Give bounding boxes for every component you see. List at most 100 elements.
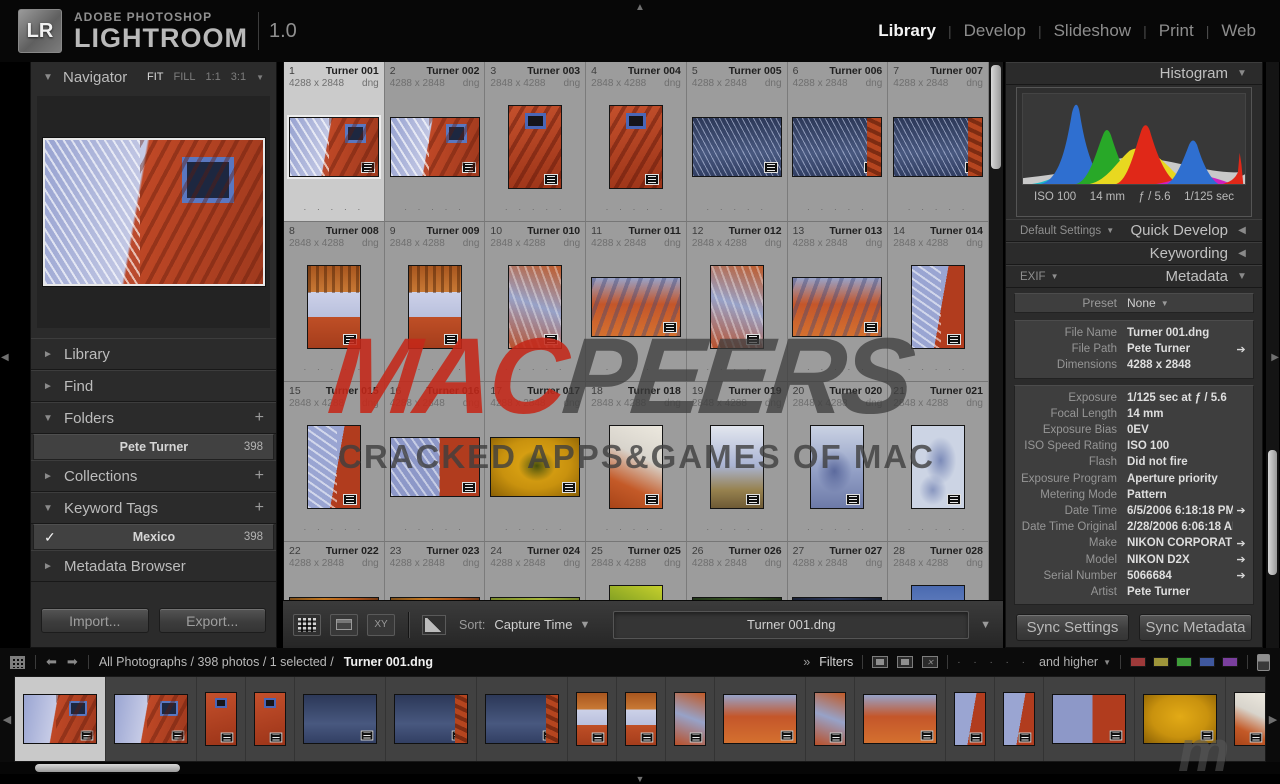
photo-thumbnail[interactable] xyxy=(409,266,461,348)
photo-thumbnail[interactable] xyxy=(811,426,863,508)
filmstrip-thumbnail[interactable] xyxy=(864,695,936,743)
rating-stars-placeholder[interactable]: · · · · · xyxy=(303,204,364,218)
grid-photo-cell[interactable]: 21Turner 021 2848 x 4288dng · · · · · xyxy=(888,382,989,542)
photo-thumbnail[interactable] xyxy=(610,426,662,508)
grid-photo-cell[interactable]: 6Turner 006 4288 x 2848dng · · · · · xyxy=(788,62,889,222)
grid-photo-cell[interactable]: 25Turner 025 2848 x 4288dng · · · · · xyxy=(586,542,687,600)
filmstrip-cell[interactable] xyxy=(715,677,806,761)
filmstrip-scrollbar-thumb[interactable] xyxy=(35,764,180,772)
rating-stars-placeholder[interactable]: · · · · · xyxy=(303,364,364,378)
sidebar-section-find[interactable]: ► Find xyxy=(31,370,276,402)
grid-photo-cell[interactable]: 11Turner 011 4288 x 2848dng · · · · · xyxy=(586,222,687,382)
right-panel-scrollbar-thumb[interactable] xyxy=(1268,450,1277,575)
filmstrip-thumbnail[interactable] xyxy=(1004,693,1034,745)
filmstrip-cell[interactable] xyxy=(666,677,715,761)
filmstrip-cell[interactable] xyxy=(568,677,617,761)
go-to-arrow-icon[interactable]: ➔ xyxy=(1233,569,1249,582)
filmstrip-thumbnail[interactable] xyxy=(206,693,236,745)
preset-dropdown[interactable]: None ▼ xyxy=(1127,296,1169,310)
metadata-badge-icon[interactable] xyxy=(746,334,760,345)
flag-unflagged-icon[interactable] xyxy=(897,656,913,668)
grid-photo-cell[interactable]: 17Turner 017 4288 x 2848dng · · · · · xyxy=(485,382,586,542)
grid-view-button[interactable] xyxy=(293,614,321,636)
folder-item[interactable]: Pete Turner 398 xyxy=(33,434,274,460)
top-panel-collapse-arrow[interactable]: ▲ xyxy=(635,2,645,13)
grid-photo-cell[interactable]: 22Turner 022 4288 x 2848dng · · · · · xyxy=(284,542,385,600)
photo-thumbnail[interactable] xyxy=(693,118,781,176)
photo-thumbnail[interactable] xyxy=(290,598,378,601)
color-label-swatch[interactable] xyxy=(1176,657,1192,667)
metadata-mode-dropdown[interactable]: EXIF ▼ xyxy=(1020,271,1058,283)
metadata-badge-icon[interactable] xyxy=(343,494,357,505)
filmstrip-cell[interactable] xyxy=(477,677,568,761)
grid-photo-cell[interactable]: 20Turner 020 2848 x 4288dng · · · · · xyxy=(788,382,889,542)
flag-rejected-icon[interactable]: ✕ xyxy=(922,656,938,668)
source-breadcrumb[interactable]: All Photographs / 398 photos / 1 selecte… xyxy=(99,655,334,669)
metadata-badge-icon[interactable] xyxy=(764,162,778,173)
photo-thumbnail[interactable] xyxy=(610,586,662,601)
grid-photo-cell[interactable]: 14Turner 014 2848 x 4288dng · · · · · xyxy=(888,222,989,382)
rating-stars-placeholder[interactable]: · · · · · xyxy=(505,204,566,218)
rating-stars-placeholder[interactable]: · · · · · xyxy=(706,204,767,218)
filmstrip-thumbnail[interactable] xyxy=(255,693,285,745)
sidebar-section-library[interactable]: ► Library xyxy=(31,338,276,370)
zoom-dropdown-icon[interactable]: ▼ xyxy=(256,73,264,82)
forward-arrow-icon[interactable]: ➡ xyxy=(67,654,78,670)
photo-thumbnail[interactable] xyxy=(610,106,662,188)
keyword-item[interactable]: ✓ Mexico 398 xyxy=(33,524,274,550)
grid-photo-cell[interactable]: 18Turner 018 2848 x 4288dng · · · · · xyxy=(586,382,687,542)
grid-photo-cell[interactable]: 1Turner 001 4288 x 2848dng · · · · · xyxy=(284,62,385,222)
filmstrip-cell[interactable] xyxy=(946,677,995,761)
filmstrip-thumbnail[interactable] xyxy=(724,695,796,743)
filmstrip-thumbnail[interactable] xyxy=(1144,695,1216,743)
photo-thumbnail[interactable] xyxy=(912,586,964,601)
metadata-badge-icon[interactable] xyxy=(462,482,476,493)
grid-photo-cell[interactable]: 28Turner 028 2848 x 4288dng · · · · · xyxy=(888,542,989,600)
grid-photo-cell[interactable]: 2Turner 002 4288 x 2848dng · · · · · xyxy=(385,62,486,222)
grid-photo-cell[interactable]: 3Turner 003 2848 x 4288dng · · · · · xyxy=(485,62,586,222)
metadata-badge-icon[interactable] xyxy=(947,494,961,505)
grid-photo-cell[interactable]: 26Turner 026 4288 x 2848dng · · · · · xyxy=(687,542,788,600)
go-to-arrow-icon[interactable]: ➔ xyxy=(1233,504,1249,517)
color-label-swatch[interactable] xyxy=(1153,657,1169,667)
rating-stars-placeholder[interactable]: · · · · · xyxy=(505,364,566,378)
filmstrip-scroll-left-icon[interactable]: ◀ xyxy=(0,676,14,762)
filmstrip-thumbnail[interactable] xyxy=(577,693,607,745)
metadata-badge-icon[interactable] xyxy=(663,322,677,333)
grid-photo-cell[interactable]: 24Turner 024 4288 x 2848dng · · · · · xyxy=(485,542,586,600)
module-library[interactable]: Library xyxy=(878,21,936,41)
filmstrip-thumbnail[interactable] xyxy=(304,695,376,743)
photo-thumbnail[interactable] xyxy=(793,118,881,176)
navigator-preview-image[interactable] xyxy=(43,138,265,286)
grid-photo-cell[interactable]: 4Turner 004 2848 x 4288dng · · · · · xyxy=(586,62,687,222)
filmstrip-cell[interactable] xyxy=(617,677,666,761)
metadata-badge-icon[interactable] xyxy=(343,334,357,345)
loupe-view-button[interactable] xyxy=(330,614,358,636)
filmstrip-scrollbar[interactable] xyxy=(0,762,1280,774)
go-to-arrow-icon[interactable]: ➔ xyxy=(1233,537,1249,550)
grid-scrollbar[interactable] xyxy=(989,62,1003,600)
grid-photo-cell[interactable]: 16Turner 016 4288 x 2848dng · · · · · xyxy=(385,382,486,542)
metadata-badge-icon[interactable] xyxy=(645,494,659,505)
photo-thumbnail[interactable] xyxy=(391,118,479,176)
photo-thumbnail[interactable] xyxy=(509,266,561,348)
metadata-badge-icon[interactable] xyxy=(864,322,878,333)
rating-stars-placeholder[interactable]: · · · · · xyxy=(908,524,969,538)
filmstrip-thumbnail[interactable] xyxy=(675,693,705,745)
add-collection-button[interactable]: + xyxy=(255,467,264,485)
grid-photo-cell[interactable]: 27Turner 027 4288 x 2848dng · · · · · xyxy=(788,542,889,600)
photo-thumbnail[interactable] xyxy=(912,426,964,508)
filmstrip-thumbnail[interactable] xyxy=(486,695,558,743)
metadata-badge-icon[interactable] xyxy=(746,494,760,505)
filmstrip-cell[interactable] xyxy=(197,677,246,761)
photo-thumbnail[interactable] xyxy=(391,598,479,601)
metadata-badge-icon[interactable] xyxy=(462,162,476,173)
quick-develop-header[interactable]: Default Settings ▼ Quick Develop ◀ xyxy=(1006,219,1262,242)
zoom-fit[interactable]: FIT xyxy=(147,71,164,83)
back-arrow-icon[interactable]: ⬅ xyxy=(46,654,57,670)
grid-scrollbar-thumb[interactable] xyxy=(991,65,1001,169)
filmstrip-thumbnail[interactable] xyxy=(626,693,656,745)
grid-photo-cell[interactable]: 15Turner 015 2848 x 4288dng · · · · · xyxy=(284,382,385,542)
filmstrip-cell[interactable] xyxy=(246,677,295,761)
histogram-header[interactable]: Histogram ▼ xyxy=(1006,62,1262,85)
